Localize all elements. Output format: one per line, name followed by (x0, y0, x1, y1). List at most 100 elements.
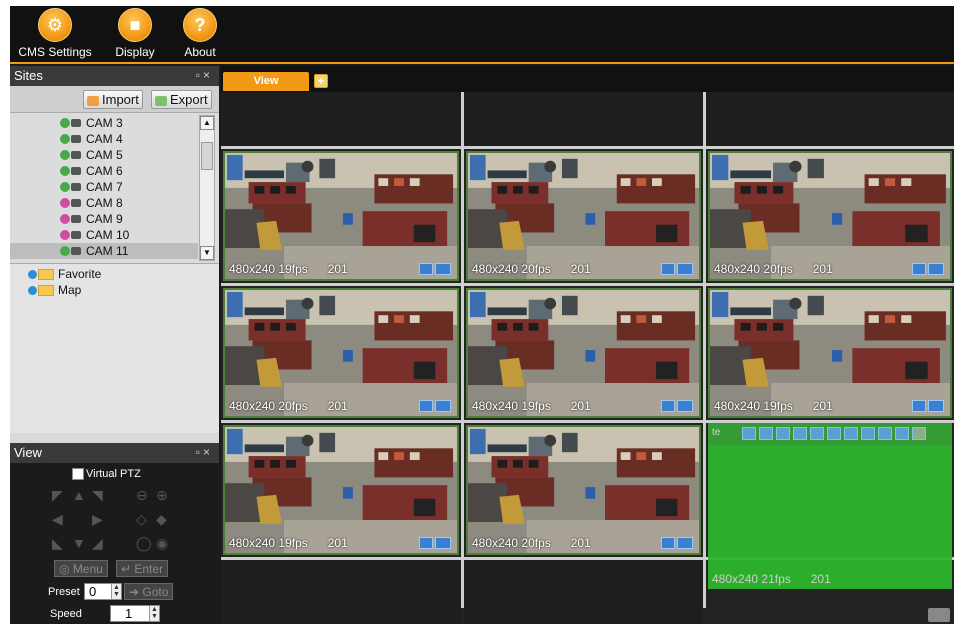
record-icon[interactable] (912, 263, 926, 275)
preset-input[interactable]: 0 ▲ ▼ (84, 583, 122, 600)
camera-video-tile[interactable]: 480x240 19fps 201 (223, 425, 459, 555)
ptz-down-icon[interactable]: ▼ (72, 535, 86, 551)
tab-view[interactable]: View (223, 72, 309, 91)
panel-controls[interactable]: ▫× (196, 68, 213, 82)
focus-far-icon[interactable]: ◆ (156, 511, 167, 528)
network-icon[interactable] (677, 263, 693, 275)
virtual-ptz-checkbox[interactable]: Virtual PTZ (72, 468, 141, 481)
timestamp-text: 201 (570, 262, 591, 276)
record-icon[interactable] (661, 400, 675, 412)
network-icon[interactable] (435, 400, 451, 412)
timestamp-text: 201 (810, 572, 831, 586)
record-icon[interactable] (661, 537, 675, 549)
camera-list-scrollbar[interactable]: ▲ ▼ (199, 115, 215, 261)
empty-video-slot[interactable] (706, 92, 954, 146)
network-icon[interactable] (435, 537, 451, 549)
video-grid: 480x240 19fps 201 480x240 20fps 201 480x… (221, 92, 954, 624)
focus-near-icon[interactable]: ◇ (136, 511, 147, 528)
osd-icon[interactable] (878, 427, 892, 440)
snapshot-icon[interactable] (759, 427, 773, 440)
record-icon[interactable] (912, 400, 926, 412)
scroll-up-icon[interactable]: ▲ (200, 116, 214, 130)
fullscreen-icon[interactable] (928, 608, 950, 622)
panel-controls[interactable]: ▫× (196, 445, 213, 459)
color-icon[interactable] (861, 427, 875, 440)
video-osd: 480x240 19fps 201 (472, 399, 591, 413)
zoom-in-icon[interactable]: ⊕ (156, 487, 168, 504)
zoom-icon[interactable] (844, 427, 858, 440)
enter-button[interactable]: ↵ Enter (116, 560, 169, 577)
audio-icon[interactable] (810, 427, 824, 440)
speed-input[interactable]: 1 ▲ ▼ (110, 605, 160, 622)
network-icon[interactable] (435, 263, 451, 275)
camera-list-item[interactable]: CAM 9 (10, 211, 198, 227)
ptz-down-left-icon[interactable]: ◣ (52, 535, 63, 552)
scroll-down-icon[interactable]: ▼ (200, 246, 214, 260)
ptz-icon[interactable] (827, 427, 841, 440)
camera-status-icon (60, 182, 70, 192)
camera-video-tile[interactable]: 480x240 19fps 201 (466, 288, 701, 418)
speed-spinner-icon[interactable]: ▲ ▼ (149, 606, 159, 621)
camera-list-item[interactable]: CAM 11 (10, 243, 198, 259)
ptz-up-icon[interactable]: ▲ (72, 487, 86, 503)
camera-list-item[interactable]: CAM 6 (10, 163, 198, 179)
ptz-down-right-icon[interactable]: ◢ (92, 535, 103, 552)
network-icon[interactable] (928, 400, 944, 412)
goto-button[interactable]: ➜ Goto (124, 583, 174, 600)
expand-icon[interactable] (28, 286, 37, 296)
scroll-thumb[interactable] (201, 142, 213, 170)
tree-item-map[interactable]: Map (28, 283, 81, 297)
empty-video-slot[interactable] (464, 560, 703, 624)
record-icon[interactable] (419, 537, 433, 549)
camera-list-item[interactable]: CAM 7 (10, 179, 198, 195)
fps-text: 20fps (763, 262, 793, 276)
ptz-up-right-icon[interactable]: ◥ (92, 487, 103, 504)
import-button[interactable]: Import (83, 90, 143, 109)
video-osd: 480x240 19fps 201 (714, 399, 833, 413)
ptz-up-left-icon[interactable]: ◤ (52, 487, 63, 504)
camera-list-item[interactable]: CAM 3 (10, 115, 198, 131)
empty-video-slot[interactable] (221, 560, 461, 624)
about-button[interactable]: ? About (178, 8, 222, 59)
ptz-right-icon[interactable]: ▶ (92, 511, 103, 528)
record-icon[interactable] (419, 400, 433, 412)
camera-video-tile[interactable]: 480x240 20fps 201 (223, 288, 459, 418)
cms-settings-button[interactable]: ⚙ CMS Settings (12, 8, 98, 59)
export-button[interactable]: Export (151, 90, 212, 109)
tree-item-favorite[interactable]: Favorite (28, 267, 101, 281)
network-icon[interactable] (928, 263, 944, 275)
iris-close-icon[interactable]: ◯ (136, 535, 152, 552)
empty-video-slot[interactable] (464, 92, 703, 146)
camera-list-item[interactable]: CAM 5 (10, 147, 198, 163)
record-icon[interactable] (661, 263, 675, 275)
expand-icon[interactable] (28, 270, 37, 280)
camera-status-icon (60, 246, 70, 256)
camera-video-tile[interactable]: 480x240 20fps 201 (466, 425, 701, 555)
camera-video-tile[interactable]: 480x240 20fps 201 (708, 151, 952, 281)
network-icon[interactable] (677, 537, 693, 549)
camera-video-tile[interactable]: 480x240 20fps 201 (466, 151, 701, 281)
camera-list-item[interactable]: CAM 8 (10, 195, 198, 211)
selected-camera-tile[interactable]: te 480x240 21fps 201 (708, 423, 952, 589)
zoom-out-icon[interactable]: ⊖ (136, 487, 148, 504)
playback-icon[interactable] (793, 427, 807, 440)
record-icon[interactable] (776, 427, 790, 440)
record-icon[interactable] (419, 263, 433, 275)
iris-open-icon[interactable]: ◉ (156, 535, 168, 552)
preset-spinner-icon[interactable]: ▲ ▼ (111, 584, 121, 599)
empty-video-slot[interactable] (221, 92, 461, 146)
poi-icon[interactable] (895, 427, 909, 440)
goto-label: Goto (142, 585, 169, 599)
display-button[interactable]: ■ Display (110, 8, 160, 59)
link-icon[interactable] (742, 427, 756, 440)
network-icon[interactable] (677, 400, 693, 412)
close-icon[interactable] (912, 427, 926, 440)
checkbox-icon[interactable] (72, 468, 84, 481)
camera-list-item[interactable]: CAM 4 (10, 131, 198, 147)
add-tab-button[interactable]: + (314, 74, 328, 88)
camera-video-tile[interactable]: 480x240 19fps 201 (708, 288, 952, 418)
camera-list-item[interactable]: CAM 10 (10, 227, 198, 243)
camera-video-tile[interactable]: 480x240 19fps 201 (223, 151, 459, 281)
ptz-left-icon[interactable]: ◀ (52, 511, 63, 528)
menu-button[interactable]: ◎ Menu (54, 560, 108, 577)
